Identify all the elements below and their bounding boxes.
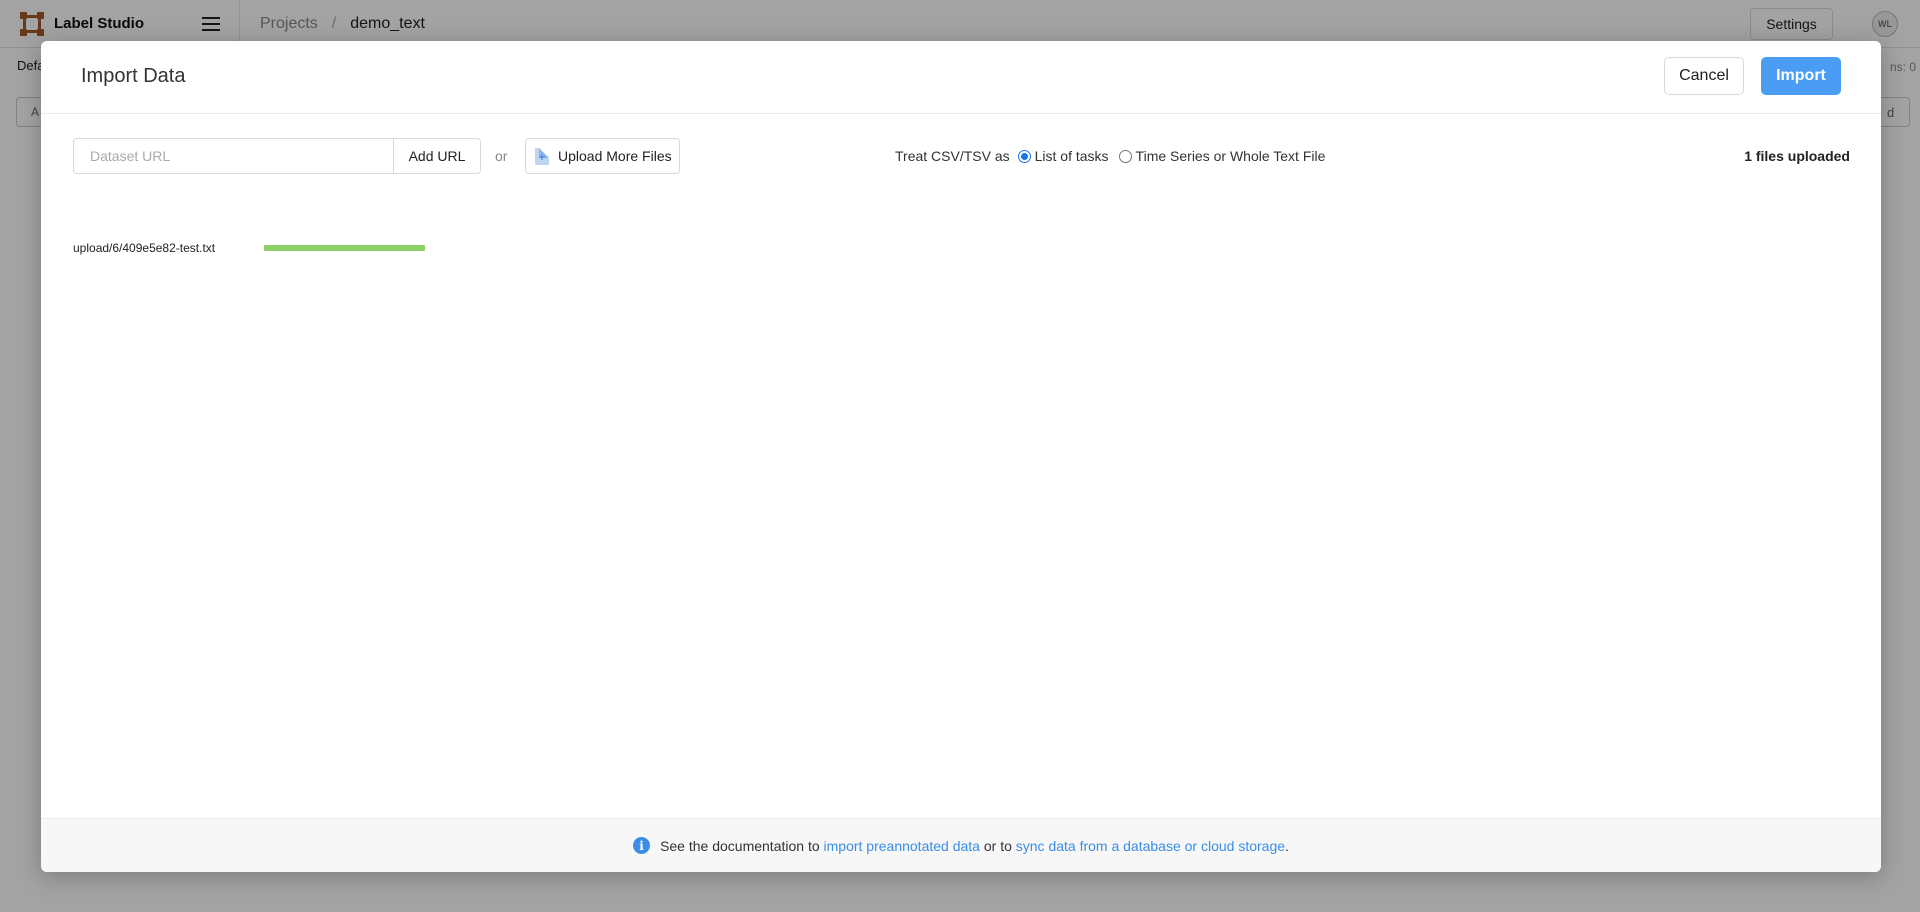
- upload-more-files-button[interactable]: + Upload More Files: [525, 138, 680, 174]
- cancel-button[interactable]: Cancel: [1664, 57, 1744, 95]
- uploaded-file-name: upload/6/409e5e82-test.txt: [73, 241, 216, 255]
- radio-label-time-series[interactable]: Time Series or Whole Text File: [1136, 148, 1326, 164]
- footer-text-suffix: .: [1285, 837, 1289, 854]
- modal-footer: i See the documentation to import preann…: [41, 818, 1881, 872]
- dataset-url-input[interactable]: [74, 139, 393, 173]
- import-button[interactable]: Import: [1761, 57, 1841, 95]
- radio-label-list-of-tasks[interactable]: List of tasks: [1035, 148, 1109, 164]
- files-uploaded-count: 1 files uploaded: [1744, 148, 1850, 164]
- upload-progress-fill: [265, 246, 424, 250]
- modal-header: Import Data Cancel Import: [41, 41, 1881, 114]
- footer-text-prefix: See the documentation to: [660, 837, 824, 854]
- dataset-url-group: Add URL: [73, 138, 481, 174]
- csv-treatment-options: Treat CSV/TSV as List of tasks Time Seri…: [895, 148, 1327, 164]
- uploaded-file-row: upload/6/409e5e82-test.txt: [73, 241, 425, 255]
- radio-time-series[interactable]: [1118, 149, 1132, 163]
- sync-data-storage-link[interactable]: sync data from a database or cloud stora…: [1016, 838, 1285, 854]
- file-upload-icon: +: [535, 147, 549, 165]
- modal-title: Import Data: [81, 65, 186, 87]
- footer-text-middle: or to: [979, 837, 1016, 854]
- csv-prompt: Treat CSV/TSV as: [895, 148, 1010, 164]
- upload-more-files-label: Upload More Files: [558, 148, 672, 164]
- import-data-modal: Import Data Cancel Import Add URL or + U…: [41, 41, 1881, 872]
- upload-progress-bar: [264, 245, 425, 251]
- add-url-button[interactable]: Add URL: [393, 139, 480, 173]
- import-preannotated-data-link[interactable]: import preannotated data: [824, 838, 980, 854]
- info-icon: i: [633, 837, 651, 854]
- radio-list-of-tasks[interactable]: [1017, 149, 1031, 163]
- or-separator: or: [495, 148, 508, 164]
